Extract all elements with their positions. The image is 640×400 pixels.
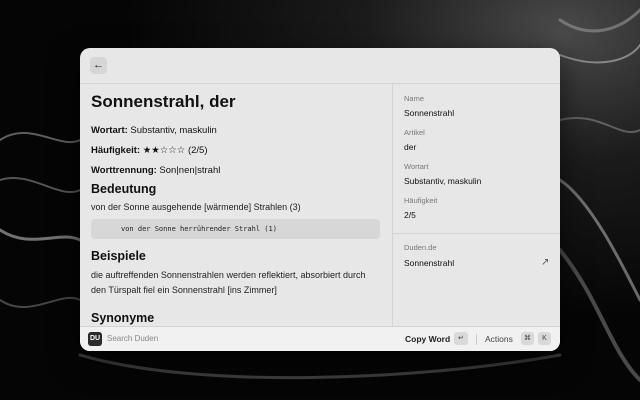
search-input[interactable]: Search Duden (107, 334, 158, 343)
command-key-icon: ⌘ (521, 332, 534, 345)
top-bar: ← (80, 48, 560, 84)
artikel-value: der (404, 142, 417, 152)
example-code-text: von der Sonne herrührender Strahl (1) (121, 225, 277, 233)
beispiele-heading: Beispiele (91, 249, 146, 263)
divider (393, 233, 560, 234)
duden-window: ← Sonnenstrahl, der Wortart: Substantiv,… (80, 48, 560, 351)
bottom-bar: DU Search Duden Copy Word ↵ Actions ⌘ K (80, 326, 560, 351)
bedeutung-text: von der Sonne ausgehende [wärmende] Stra… (91, 202, 301, 212)
wortart-meta-label: Wortart (404, 162, 429, 171)
frequency-stars: ★★☆☆☆ (142, 145, 186, 156)
name-value: Sonnenstrahl (404, 108, 455, 118)
haeufigkeit-meta-label: Häufigkeit (404, 196, 438, 205)
arrow-left-icon: ← (93, 59, 104, 71)
example-code-block: von der Sonne herrührender Strahl (1) (91, 219, 380, 239)
haeufigkeit-label: Häufigkeit: (91, 145, 141, 156)
worttrennung-label: Worttrennung: (91, 165, 157, 176)
synonyme-heading: Synonyme (91, 311, 155, 325)
haeufigkeit-meta-value: 2/5 (404, 210, 416, 220)
wortart-meta-value: Substantiv, maskulin (404, 176, 482, 186)
back-button[interactable]: ← (90, 57, 107, 74)
duden-link[interactable]: Sonnenstrahl (404, 258, 454, 268)
worttrennung-value: Son|nen|strahl (159, 165, 221, 176)
copy-word-button[interactable]: Copy Word (405, 334, 450, 344)
entry-detail-pane: Sonnenstrahl, der Wortart: Substantiv, m… (80, 84, 391, 326)
separator (476, 334, 477, 345)
k-key-icon: K (538, 332, 551, 345)
name-label: Name (404, 94, 425, 103)
beispiele-text: die auftreffenden Sonnenstrahlen werden … (91, 270, 366, 295)
haeufigkeit-row: Häufigkeit: ★★☆☆☆ (2/5) (91, 145, 208, 156)
duden-link-label: Duden.de (404, 243, 437, 252)
return-key-icon: ↵ (454, 332, 468, 345)
wortart-value: Substantiv, maskulin (130, 125, 217, 136)
wortart-label: Wortart: (91, 125, 128, 136)
bedeutung-heading: Bedeutung (91, 182, 157, 196)
duden-logo-icon: DU (88, 332, 102, 346)
entry-title: Sonnenstrahl, der (91, 92, 236, 111)
external-arrow-icon[interactable]: ↗ (541, 257, 549, 268)
worttrennung-row: Worttrennung: Son|nen|strahl (91, 165, 220, 176)
artikel-label: Artikel (404, 128, 425, 137)
haeufigkeit-value: (2/5) (187, 145, 208, 156)
wortart-row: Wortart: Substantiv, maskulin (91, 125, 217, 136)
actions-button[interactable]: Actions (485, 334, 513, 344)
metadata-pane: Name Sonnenstrahl Artikel der Wortart Su… (392, 84, 560, 326)
